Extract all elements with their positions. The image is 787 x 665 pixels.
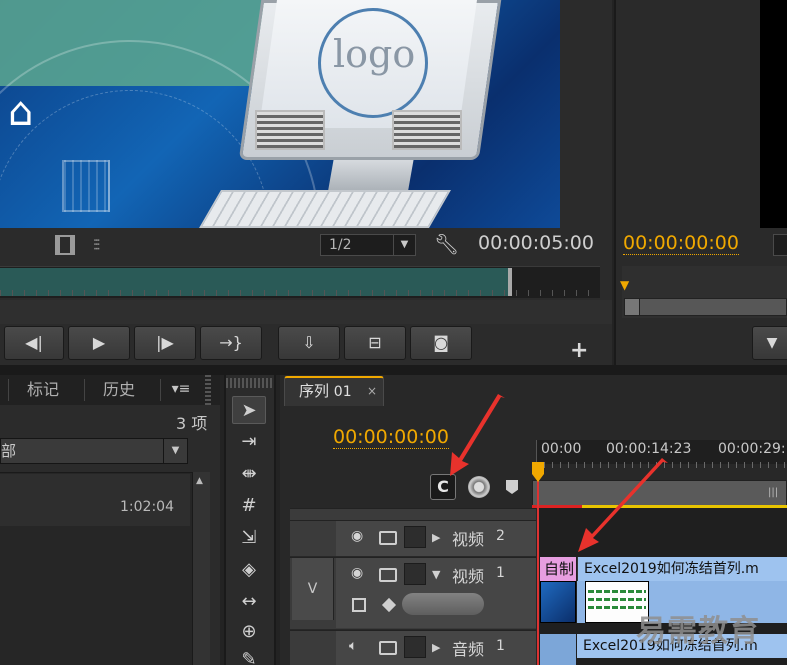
tab-separator	[84, 379, 85, 401]
preview-speaker-left	[255, 110, 325, 150]
overwrite-button[interactable]: ⊟	[344, 326, 406, 360]
program-timecode[interactable]: 00:00:00:00	[623, 232, 739, 255]
sequence-tab-number: 01	[333, 384, 352, 400]
add-button[interactable]: +	[570, 338, 588, 363]
program-marker-button[interactable]: ▼	[752, 326, 787, 360]
timeline-timecode[interactable]: 00:00:00:00	[333, 426, 449, 449]
pen-icon[interactable]: ✎	[232, 646, 266, 665]
sync-lock-icon[interactable]	[379, 568, 397, 582]
program-scroll-thumb[interactable]	[624, 298, 640, 316]
filter-select[interactable]: 部 ▼	[0, 438, 188, 464]
program-preview-frame	[760, 0, 787, 228]
playhead-line[interactable]	[537, 464, 539, 665]
go-to-out-button[interactable]: →}	[200, 326, 262, 360]
speaker-icon[interactable]: 🔈︎	[349, 638, 357, 654]
work-area-grip[interactable]: |||	[768, 487, 778, 498]
razor-icon[interactable]: ◈	[232, 556, 266, 584]
ruler-label: 00:00	[541, 441, 582, 457]
list-item-duration: 1:02:04	[120, 499, 174, 515]
expand-arrow-icon[interactable]: ▶	[432, 641, 440, 654]
ruler-ticks	[536, 462, 787, 468]
chevron-down-icon: ▼	[393, 235, 415, 255]
sequence-tab-label: 序列	[299, 382, 330, 400]
eye-icon[interactable]: ◉	[351, 528, 363, 544]
expand-arrow-icon[interactable]: ▶	[432, 531, 440, 544]
audio-wave-icon[interactable]: ⫶⫶⫶	[93, 236, 100, 254]
display-style-icon[interactable]	[352, 598, 366, 612]
source-preview-frame: ⌂ logo	[0, 0, 560, 228]
clip-thumbnail	[540, 581, 576, 623]
program-playhead-icon[interactable]: ▼	[620, 278, 632, 296]
tab-markers[interactable]: 标记	[10, 375, 76, 405]
tab-sequence[interactable]: 序列 01 ×	[284, 376, 384, 406]
wrench-icon[interactable]: 🔧︎	[434, 232, 459, 256]
source-scrub-handle[interactable]	[508, 268, 512, 296]
zoom-select-value: 1/2	[329, 237, 352, 253]
sync-lock-icon[interactable]	[379, 531, 397, 545]
title-clip[interactable]: 自制	[540, 557, 576, 581]
track-name: 视频	[452, 567, 485, 586]
tools-grip[interactable]	[226, 378, 274, 388]
tab-history[interactable]: 历史	[86, 375, 152, 405]
track-select-icon[interactable]: ⇥	[232, 428, 266, 456]
scroll-up-icon[interactable]: ▲	[196, 476, 203, 486]
track-name: 视频	[452, 530, 485, 549]
program-scrollbar[interactable]	[624, 298, 787, 316]
thumbnail-detail	[588, 590, 646, 593]
rolling-edit-icon[interactable]: #	[232, 492, 266, 520]
video-clip[interactable]: Excel2019如何冻结首列.m	[577, 557, 787, 581]
slip-icon[interactable]: ↔	[232, 588, 266, 616]
insert-button[interactable]: ⇩	[278, 326, 340, 360]
chevron-down-icon: ▼	[163, 439, 187, 463]
container-graphic	[62, 160, 110, 212]
tab-separator	[8, 379, 9, 401]
slide-icon[interactable]: ⊕	[232, 618, 266, 646]
film-icon[interactable]	[55, 235, 75, 255]
track-number: 1	[496, 565, 505, 581]
step-forward-button[interactable]: |▶	[134, 326, 196, 360]
preview-logo-text: logo	[333, 32, 416, 76]
tab-separator	[160, 379, 161, 401]
watermark: 易需教育	[636, 614, 760, 649]
zoom-select[interactable]: 1/2 ▼	[320, 234, 416, 256]
sync-lock-icon[interactable]	[379, 641, 397, 655]
track-lock-toggle[interactable]	[404, 636, 426, 658]
track-number: 2	[496, 528, 505, 544]
step-back-button[interactable]: ◀|	[4, 326, 64, 360]
monitor-divider	[0, 300, 612, 324]
preview-speaker-right	[392, 110, 462, 150]
filter-select-value: 部	[1, 442, 17, 460]
track-lock-toggle[interactable]	[404, 526, 426, 548]
track-target-v[interactable]: V	[292, 558, 334, 620]
panel-separator	[0, 365, 787, 375]
eye-icon[interactable]: ◉	[351, 565, 363, 581]
collapse-arrow-icon[interactable]: ▼	[432, 568, 440, 581]
ruler-label: 00:00:14:23	[606, 441, 692, 457]
work-area-bar[interactable]	[532, 480, 787, 506]
item-count: 3 项	[176, 414, 208, 433]
rate-stretch-icon[interactable]: ⇲	[232, 524, 266, 552]
close-icon[interactable]: ×	[367, 378, 377, 405]
source-duration-timecode: 00:00:05:00	[478, 232, 594, 254]
thumbnail-detail	[588, 598, 646, 601]
panel-grip[interactable]	[205, 375, 211, 405]
ripple-edit-icon[interactable]: ⇼	[232, 460, 266, 488]
export-frame-button[interactable]: ◙	[410, 326, 472, 360]
track-name: 音频	[452, 640, 485, 659]
track-number: 1	[496, 638, 505, 654]
audio-clip-start[interactable]	[540, 634, 576, 665]
house-truck-icon: ⌂	[8, 89, 34, 135]
track-lock-toggle[interactable]	[404, 563, 426, 585]
marker-icon[interactable]	[468, 476, 490, 498]
keyframe-navigator[interactable]	[402, 593, 484, 615]
selection-tool-icon[interactable]: ➤	[232, 396, 266, 424]
snap-icon[interactable]: C	[430, 474, 456, 500]
preview-keyboard	[199, 190, 451, 228]
play-button[interactable]: ▶	[68, 326, 130, 360]
track-spacer	[290, 508, 536, 520]
program-zoom-select[interactable]	[773, 234, 787, 256]
panel-menu-icon[interactable]: ▾≡	[166, 378, 196, 400]
list-scrollbar[interactable]: ▲	[192, 472, 210, 665]
ruler-label: 00:00:29:	[718, 441, 786, 457]
